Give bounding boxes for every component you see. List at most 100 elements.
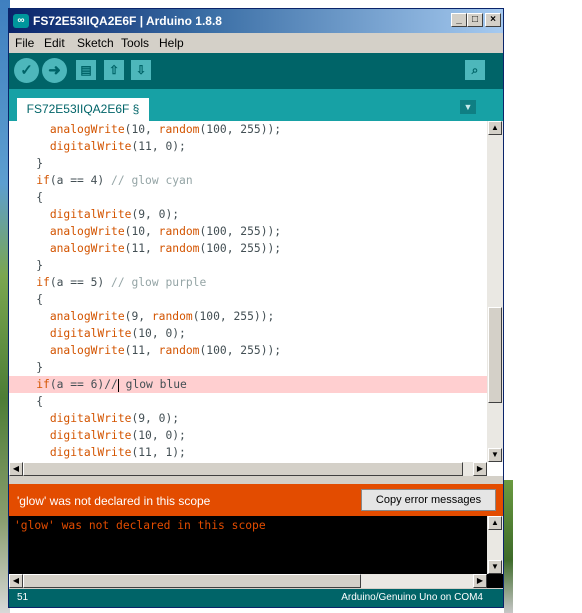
editor-vertical-scrollbar[interactable]: ▲ ▼ [487,121,503,462]
code-token: digitalWrite [49,327,132,340]
code-token: random [158,123,200,136]
tab-bar: FS72E53IIQA2E6F § ▼ [9,89,503,121]
console-scroll-left-button[interactable]: ◀ [9,574,23,588]
code-token: analogWrite [49,310,125,323]
scroll-down-button[interactable]: ▼ [488,448,502,462]
code-token: if [36,378,50,391]
code-token: (11, 0); [131,140,186,153]
arduino-window: ∞ FS72E53IIQA2E6F | Arduino 1.8.8 _ □ × … [8,8,504,608]
menu-file[interactable]: File [15,36,34,50]
code-line[interactable]: analogWrite(10, random(100, 255)); [9,121,487,138]
console-scroll-right-button[interactable]: ▶ [473,574,487,588]
code-token: random [158,344,200,357]
verify-button[interactable]: ✓ [14,58,39,83]
title-bar[interactable]: ∞ FS72E53IIQA2E6F | Arduino 1.8.8 _ □ × [9,9,503,33]
code-token: (9, [124,310,152,323]
arrow-up-icon: ⇧ [108,63,120,77]
code-token: digitalWrite [49,446,132,459]
menu-edit[interactable]: Edit [44,36,65,50]
console-scroll-down-button[interactable]: ▼ [488,560,502,574]
chevron-down-icon: ▼ [463,102,473,112]
code-token: glow blue [118,378,187,391]
code-token: } [22,361,44,374]
code-token: digitalWrite [49,208,132,221]
code-token: digitalWrite [49,412,132,425]
code-token: random [158,242,200,255]
serial-monitor-button[interactable]: ⌕ [465,60,485,80]
window-title: FS72E53IIQA2E6F | Arduino 1.8.8 [33,14,222,28]
console-horizontal-scrollbar[interactable]: ◀ ▶ [9,574,487,588]
code-token: (100, 255)); [192,310,275,323]
editor-horizontal-scrollbar[interactable]: ◀ ▶ [9,462,487,476]
code-line[interactable]: digitalWrite(9, 0); [9,410,487,427]
code-token: if [36,174,50,187]
code-line[interactable]: analogWrite(11, random(100, 255)); [9,240,487,257]
code-token: (100, 255)); [199,225,282,238]
open-sketch-button[interactable]: ⇧ [104,60,124,80]
file-icon: ▤ [80,63,92,77]
code-line[interactable]: digitalWrite(11, 1); [9,444,487,461]
upload-button[interactable]: ➜ [42,58,67,83]
code-line[interactable]: { [9,189,487,206]
code-token: (10, 0); [131,327,186,340]
tab-sketch[interactable]: FS72E53IIQA2E6F § [17,98,149,121]
code-line[interactable]: analogWrite(10, random(100, 255)); [9,223,487,240]
console-vertical-scrollbar[interactable]: ▲ ▼ [487,516,503,574]
code-line[interactable]: { [9,393,487,410]
code-line[interactable]: } [9,359,487,376]
code-editor[interactable]: analogWrite(10, random(100, 255)); digit… [9,121,503,476]
horizontal-scroll-thumb[interactable] [23,462,463,476]
minimize-button[interactable]: _ [451,13,467,27]
code-line[interactable]: if(a == 5) // glow purple [9,274,487,291]
arrow-right-icon: ➜ [48,62,61,79]
code-token: analogWrite [49,123,125,136]
scroll-left-button[interactable]: ◀ [9,462,23,476]
code-token: (10, [124,225,159,238]
code-line[interactable]: digitalWrite(10, 0); [9,325,487,342]
arrow-down-icon: ⇩ [135,63,147,77]
menu-sketch[interactable]: Sketch [77,36,114,50]
code-area[interactable]: analogWrite(10, random(100, 255)); digit… [9,121,487,462]
code-line[interactable]: digitalWrite(11, 0); [9,138,487,155]
code-line[interactable]: analogWrite(11, random(100, 255)); [9,342,487,359]
close-button[interactable]: × [485,13,501,27]
console-output[interactable]: 'glow' was not declared in this scope ▲ … [9,516,503,588]
save-sketch-button[interactable]: ⇩ [131,60,151,80]
code-token: { [22,293,44,306]
scroll-right-button[interactable]: ▶ [473,462,487,476]
code-token: analogWrite [49,225,125,238]
code-token: random [158,225,200,238]
toolbar: ✓ ➜ ▤ ⇧ ⇩ ⌕ [9,53,503,89]
code-token: (9, 0); [131,208,180,221]
code-line[interactable]: analogWrite(9, random(100, 255)); [9,308,487,325]
code-line[interactable]: digitalWrite(10, 0); [9,427,487,444]
code-token: // glow cyan [111,174,193,187]
console-scroll-up-button[interactable]: ▲ [488,516,502,530]
code-line[interactable]: } [9,257,487,274]
code-line[interactable]: } [9,155,487,172]
tab-menu-button[interactable]: ▼ [460,100,476,114]
scroll-thumb[interactable] [488,307,502,403]
scroll-up-button[interactable]: ▲ [488,121,502,135]
code-line[interactable]: digitalWrite(9, 0); [9,206,487,223]
menu-tools[interactable]: Tools [121,36,149,50]
maximize-button[interactable]: □ [467,13,483,27]
console-horizontal-thumb[interactable] [23,574,361,588]
code-line[interactable]: { [9,291,487,308]
code-line[interactable]: if(a == 4) // glow cyan [9,172,487,189]
menu-bar: File Edit Sketch Tools Help [9,33,503,53]
copy-error-messages-button[interactable]: Copy error messages [361,489,496,511]
menu-help[interactable]: Help [159,36,184,50]
code-token: (a == 5) [49,276,112,289]
code-token: (9, 0); [131,412,180,425]
code-line-highlighted[interactable]: if(a == 6)// glow blue [9,376,487,393]
new-sketch-button[interactable]: ▤ [76,60,96,80]
